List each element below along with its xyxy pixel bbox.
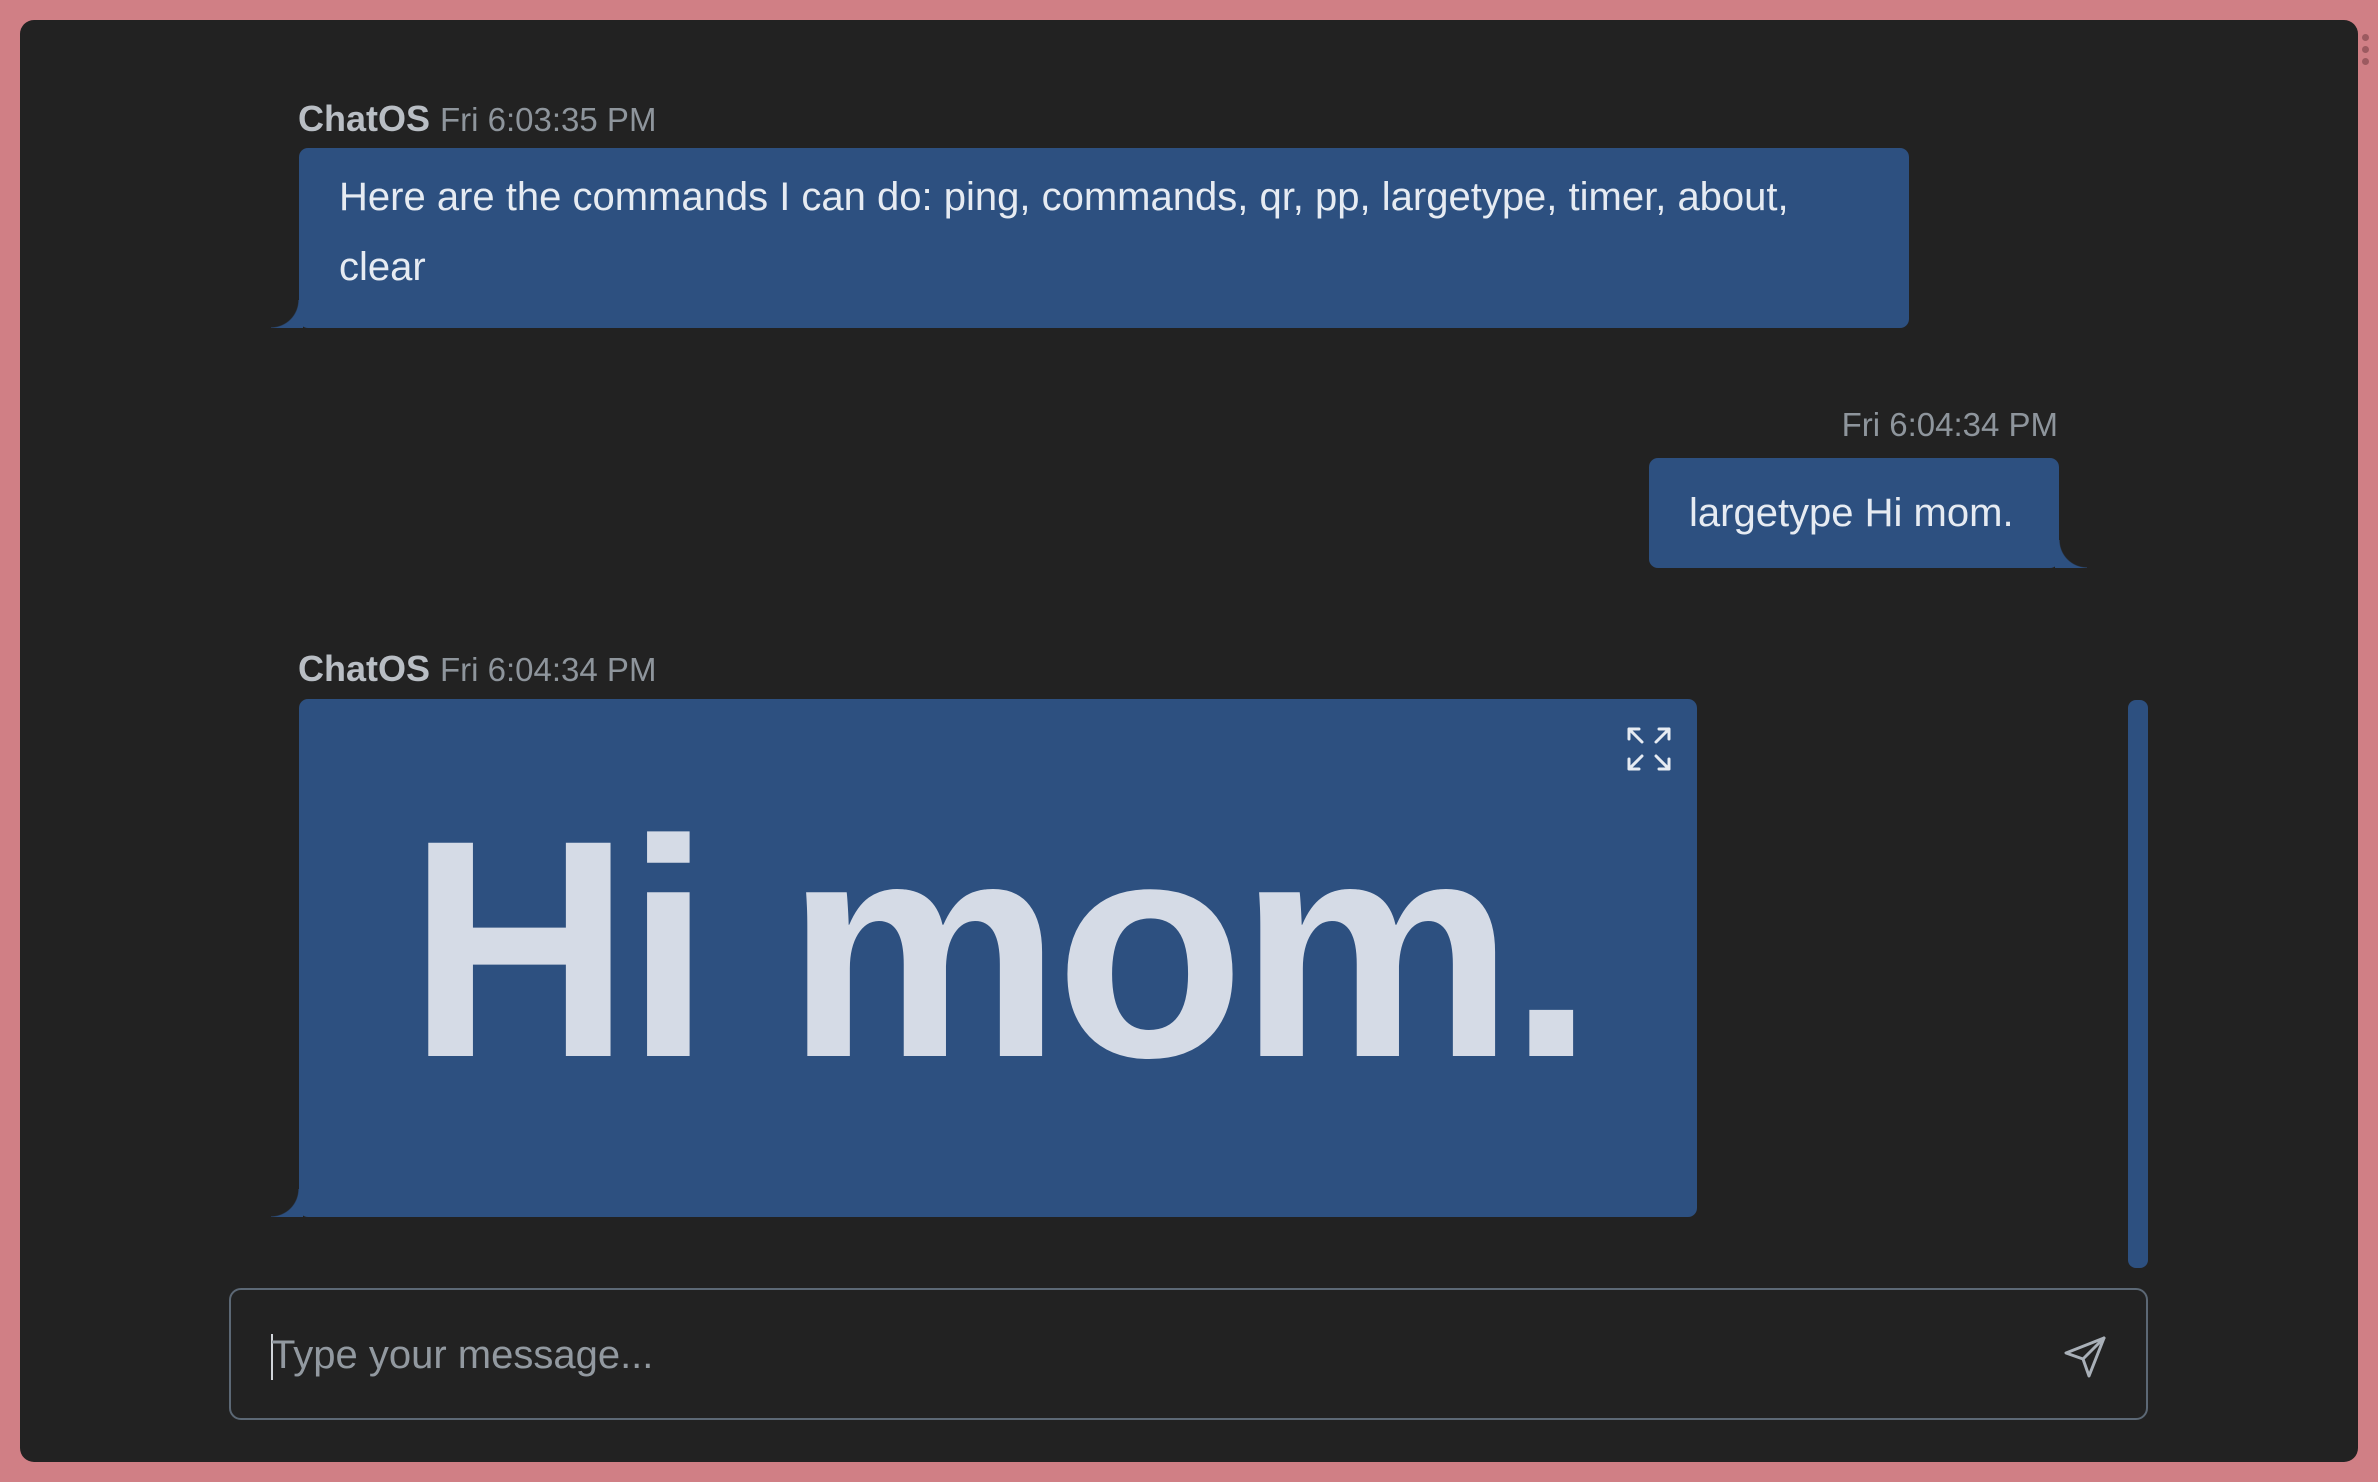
- user-message-bubble: largetype Hi mom.: [1649, 458, 2087, 568]
- message-timestamp: Fri 6:04:34 PM: [440, 651, 657, 688]
- message-timestamp: Fri 6:03:35 PM: [440, 101, 657, 138]
- largetype-message-bubble: Hi mom.: [271, 699, 1697, 1217]
- chat-window: ChatOS Fri 6:03:35 PM Here are the comman…: [20, 20, 2358, 1462]
- sender-name: ChatOS: [298, 648, 431, 689]
- send-icon[interactable]: [2062, 1332, 2110, 1380]
- message-input[interactable]: [269, 1290, 2013, 1420]
- message-meta: ChatOS Fri 6:04:34 PM: [298, 648, 656, 690]
- message-text: Here are the commands I can do: ping, co…: [339, 175, 1789, 289]
- scrollbar[interactable]: [2128, 700, 2148, 1268]
- message-meta: ChatOS Fri 6:03:35 PM: [298, 98, 656, 140]
- expand-icon[interactable]: [1625, 725, 1673, 773]
- sender-name: ChatOS: [298, 98, 431, 139]
- message-meta: Fri 6:04:34 PM: [1842, 406, 2058, 444]
- window-grip[interactable]: [2362, 34, 2370, 65]
- message-text: largetype Hi mom.: [1689, 491, 2014, 535]
- bot-message-bubble: Here are the commands I can do: ping, co…: [271, 148, 1909, 328]
- message-composer: [229, 1288, 2148, 1420]
- message-timestamp: Fri 6:04:34 PM: [1841, 406, 2058, 443]
- largetype-text: Hi mom.: [407, 775, 1595, 1122]
